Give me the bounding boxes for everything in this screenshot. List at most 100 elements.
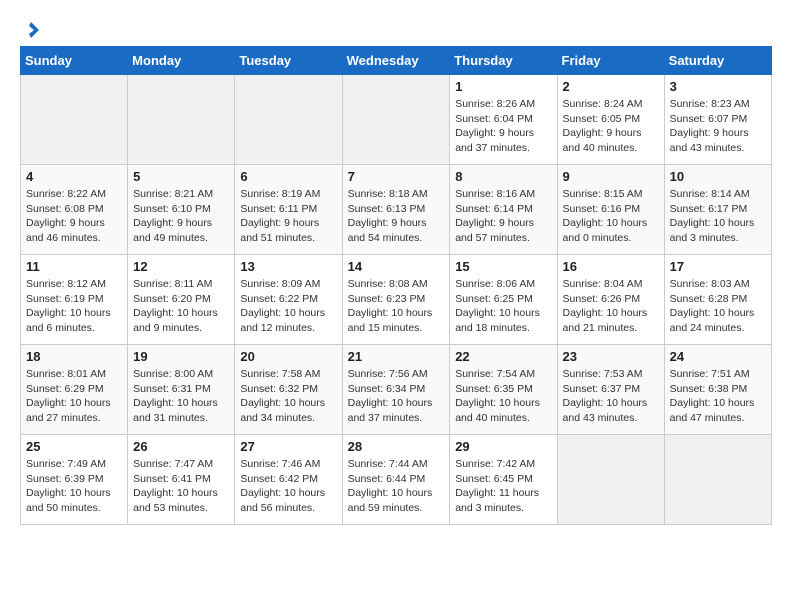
day-cell [235, 75, 342, 165]
day-info: Sunrise: 7:58 AMSunset: 6:32 PMDaylight:… [240, 367, 336, 426]
day-info: Sunrise: 7:56 AMSunset: 6:34 PMDaylight:… [348, 367, 445, 426]
day-number: 2 [563, 79, 659, 94]
header-cell-tuesday: Tuesday [235, 47, 342, 75]
day-info: Sunrise: 7:46 AMSunset: 6:42 PMDaylight:… [240, 457, 336, 516]
header-cell-sunday: Sunday [21, 47, 128, 75]
day-info: Sunrise: 8:00 AMSunset: 6:31 PMDaylight:… [133, 367, 229, 426]
day-cell: 18 Sunrise: 8:01 AMSunset: 6:29 PMDayligh… [21, 345, 128, 435]
day-number: 6 [240, 169, 336, 184]
day-cell: 5 Sunrise: 8:21 AMSunset: 6:10 PMDaylight… [128, 165, 235, 255]
day-info: Sunrise: 8:06 AMSunset: 6:25 PMDaylight:… [455, 277, 551, 336]
day-cell: 26 Sunrise: 7:47 AMSunset: 6:41 PMDayligh… [128, 435, 235, 525]
day-number: 14 [348, 259, 445, 274]
day-number: 15 [455, 259, 551, 274]
day-cell: 2 Sunrise: 8:24 AMSunset: 6:05 PMDaylight… [557, 75, 664, 165]
logo-text [20, 20, 42, 36]
day-cell: 19 Sunrise: 8:00 AMSunset: 6:31 PMDayligh… [128, 345, 235, 435]
week-row-2: 11 Sunrise: 8:12 AMSunset: 6:19 PMDayligh… [21, 255, 772, 345]
day-cell: 28 Sunrise: 7:44 AMSunset: 6:44 PMDayligh… [342, 435, 450, 525]
day-cell: 20 Sunrise: 7:58 AMSunset: 6:32 PMDayligh… [235, 345, 342, 435]
day-cell [557, 435, 664, 525]
day-cell: 24 Sunrise: 7:51 AMSunset: 6:38 PMDayligh… [664, 345, 771, 435]
day-number: 10 [670, 169, 766, 184]
calendar-header: SundayMondayTuesdayWednesdayThursdayFrid… [21, 47, 772, 75]
day-number: 1 [455, 79, 551, 94]
logo [20, 20, 42, 36]
day-number: 29 [455, 439, 551, 454]
day-cell [342, 75, 450, 165]
day-info: Sunrise: 8:12 AMSunset: 6:19 PMDaylight:… [26, 277, 122, 336]
day-cell [128, 75, 235, 165]
day-cell: 4Sunrise: 8:22 AMSunset: 6:08 PMDaylight… [21, 165, 128, 255]
day-info: Sunrise: 7:54 AMSunset: 6:35 PMDaylight:… [455, 367, 551, 426]
day-cell: 16 Sunrise: 8:04 AMSunset: 6:26 PMDayligh… [557, 255, 664, 345]
day-number: 16 [563, 259, 659, 274]
day-info: Sunrise: 7:44 AMSunset: 6:44 PMDaylight:… [348, 457, 445, 516]
day-info: Sunrise: 8:09 AMSunset: 6:22 PMDaylight:… [240, 277, 336, 336]
day-cell [664, 435, 771, 525]
day-cell: 25 Sunrise: 7:49 AMSunset: 6:39 PMDayligh… [21, 435, 128, 525]
day-cell: 27 Sunrise: 7:46 AMSunset: 6:42 PMDayligh… [235, 435, 342, 525]
day-number: 12 [133, 259, 229, 274]
day-cell: 7Sunrise: 8:18 AMSunset: 6:13 PMDaylight… [342, 165, 450, 255]
page-header [20, 20, 772, 36]
day-cell: 29 Sunrise: 7:42 AMSunset: 6:45 PMDayligh… [450, 435, 557, 525]
day-number: 26 [133, 439, 229, 454]
day-info: Sunrise: 7:51 AMSunset: 6:38 PMDaylight:… [670, 367, 766, 426]
day-number: 22 [455, 349, 551, 364]
day-number: 8 [455, 169, 551, 184]
day-info: Sunrise: 7:53 AMSunset: 6:37 PMDaylight:… [563, 367, 659, 426]
header-cell-saturday: Saturday [664, 47, 771, 75]
calendar-table: SundayMondayTuesdayWednesdayThursdayFrid… [20, 46, 772, 525]
header-row: SundayMondayTuesdayWednesdayThursdayFrid… [21, 47, 772, 75]
logo-icon [21, 20, 41, 40]
day-number: 19 [133, 349, 229, 364]
day-number: 7 [348, 169, 445, 184]
day-info: Sunrise: 8:01 AMSunset: 6:29 PMDaylight:… [26, 367, 122, 426]
week-row-0: 1 Sunrise: 8:26 AMSunset: 6:04 PMDaylight… [21, 75, 772, 165]
day-info: Sunrise: 8:24 AMSunset: 6:05 PMDaylight:… [563, 97, 659, 156]
day-number: 11 [26, 259, 122, 274]
day-cell: 22 Sunrise: 7:54 AMSunset: 6:35 PMDayligh… [450, 345, 557, 435]
day-cell: 17 Sunrise: 8:03 AMSunset: 6:28 PMDayligh… [664, 255, 771, 345]
day-number: 25 [26, 439, 122, 454]
day-number: 3 [670, 79, 766, 94]
day-number: 27 [240, 439, 336, 454]
day-cell: 6 Sunrise: 8:19 AMSunset: 6:11 PMDaylight… [235, 165, 342, 255]
day-info: Sunrise: 8:16 AMSunset: 6:14 PMDaylight:… [455, 187, 551, 246]
day-info: Sunrise: 8:03 AMSunset: 6:28 PMDaylight:… [670, 277, 766, 336]
day-number: 21 [348, 349, 445, 364]
day-info: Sunrise: 8:21 AMSunset: 6:10 PMDaylight:… [133, 187, 229, 246]
calendar-body: 1 Sunrise: 8:26 AMSunset: 6:04 PMDaylight… [21, 75, 772, 525]
day-info: Sunrise: 7:47 AMSunset: 6:41 PMDaylight:… [133, 457, 229, 516]
day-number: 20 [240, 349, 336, 364]
day-info: Sunrise: 7:42 AMSunset: 6:45 PMDaylight:… [455, 457, 551, 516]
day-number: 18 [26, 349, 122, 364]
day-number: 13 [240, 259, 336, 274]
day-info: Sunrise: 8:26 AMSunset: 6:04 PMDaylight:… [455, 97, 551, 156]
header-cell-friday: Friday [557, 47, 664, 75]
day-cell: 14 Sunrise: 8:08 AMSunset: 6:23 PMDayligh… [342, 255, 450, 345]
day-cell: 23 Sunrise: 7:53 AMSunset: 6:37 PMDayligh… [557, 345, 664, 435]
day-number: 9 [563, 169, 659, 184]
day-number: 5 [133, 169, 229, 184]
day-number: 24 [670, 349, 766, 364]
day-info: Sunrise: 8:19 AMSunset: 6:11 PMDaylight:… [240, 187, 336, 246]
day-number: 23 [563, 349, 659, 364]
header-cell-wednesday: Wednesday [342, 47, 450, 75]
day-info: Sunrise: 8:08 AMSunset: 6:23 PMDaylight:… [348, 277, 445, 336]
day-cell: 11 Sunrise: 8:12 AMSunset: 6:19 PMDayligh… [21, 255, 128, 345]
day-info: Sunrise: 8:11 AMSunset: 6:20 PMDaylight:… [133, 277, 229, 336]
day-cell: 15 Sunrise: 8:06 AMSunset: 6:25 PMDayligh… [450, 255, 557, 345]
day-cell: 12 Sunrise: 8:11 AMSunset: 6:20 PMDayligh… [128, 255, 235, 345]
day-cell: 13 Sunrise: 8:09 AMSunset: 6:22 PMDayligh… [235, 255, 342, 345]
header-cell-monday: Monday [128, 47, 235, 75]
day-info: Sunrise: 8:04 AMSunset: 6:26 PMDaylight:… [563, 277, 659, 336]
day-info: Sunrise: 8:15 AMSunset: 6:16 PMDaylight:… [563, 187, 659, 246]
day-number: 17 [670, 259, 766, 274]
day-number: 4 [26, 169, 122, 184]
week-row-1: 4Sunrise: 8:22 AMSunset: 6:08 PMDaylight… [21, 165, 772, 255]
day-info: Sunrise: 7:49 AMSunset: 6:39 PMDaylight:… [26, 457, 122, 516]
day-number: 28 [348, 439, 445, 454]
week-row-4: 25 Sunrise: 7:49 AMSunset: 6:39 PMDayligh… [21, 435, 772, 525]
